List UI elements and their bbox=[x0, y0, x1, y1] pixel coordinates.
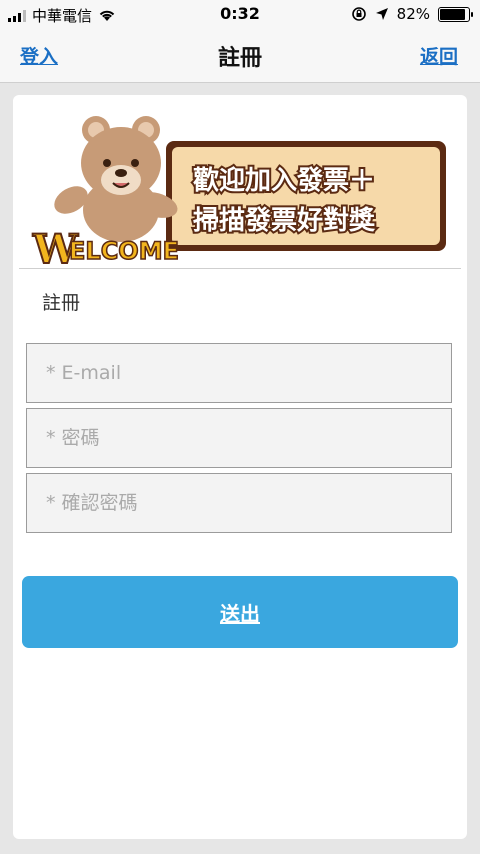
confirm-password-placeholder: * 確認密碼 bbox=[46, 492, 138, 514]
page-title: 註冊 bbox=[217, 46, 262, 71]
battery-percent: 82% bbox=[396, 5, 430, 23]
nav-bar: 登入 註冊 返回 bbox=[0, 28, 480, 83]
register-card: W ELCOME 歡迎加入發票＋ 掃描發票好對獎 註冊 * E-mail * 密… bbox=[13, 95, 467, 839]
divider bbox=[19, 268, 461, 269]
welcome-logo-rest: ELCOME bbox=[69, 237, 179, 265]
banner-line-1: 歡迎加入發票＋ bbox=[193, 165, 375, 196]
confirm-password-field[interactable]: * 確認密碼 bbox=[26, 473, 452, 533]
welcome-banner: W ELCOME 歡迎加入發票＋ 掃描發票好對獎 bbox=[31, 116, 446, 265]
password-field[interactable]: * 密碼 bbox=[26, 408, 452, 468]
banner-line-2: 掃描發票好對獎 bbox=[193, 206, 376, 236]
submit-label: 送出 bbox=[220, 601, 260, 626]
status-right: 82% bbox=[351, 5, 473, 23]
password-placeholder: * 密碼 bbox=[46, 427, 100, 449]
email-field[interactable]: * E-mail bbox=[26, 343, 452, 403]
battery-icon bbox=[438, 6, 473, 22]
email-placeholder: * E-mail bbox=[46, 362, 122, 384]
section-label: 註冊 bbox=[42, 292, 81, 314]
orientation-lock-icon bbox=[351, 7, 366, 21]
bear-icon bbox=[54, 116, 178, 242]
back-link[interactable]: 返回 bbox=[420, 42, 458, 69]
location-icon bbox=[375, 8, 388, 20]
status-bar: 中華電信 0:32 82% bbox=[0, 0, 480, 28]
submit-button[interactable]: 送出 bbox=[22, 576, 458, 648]
